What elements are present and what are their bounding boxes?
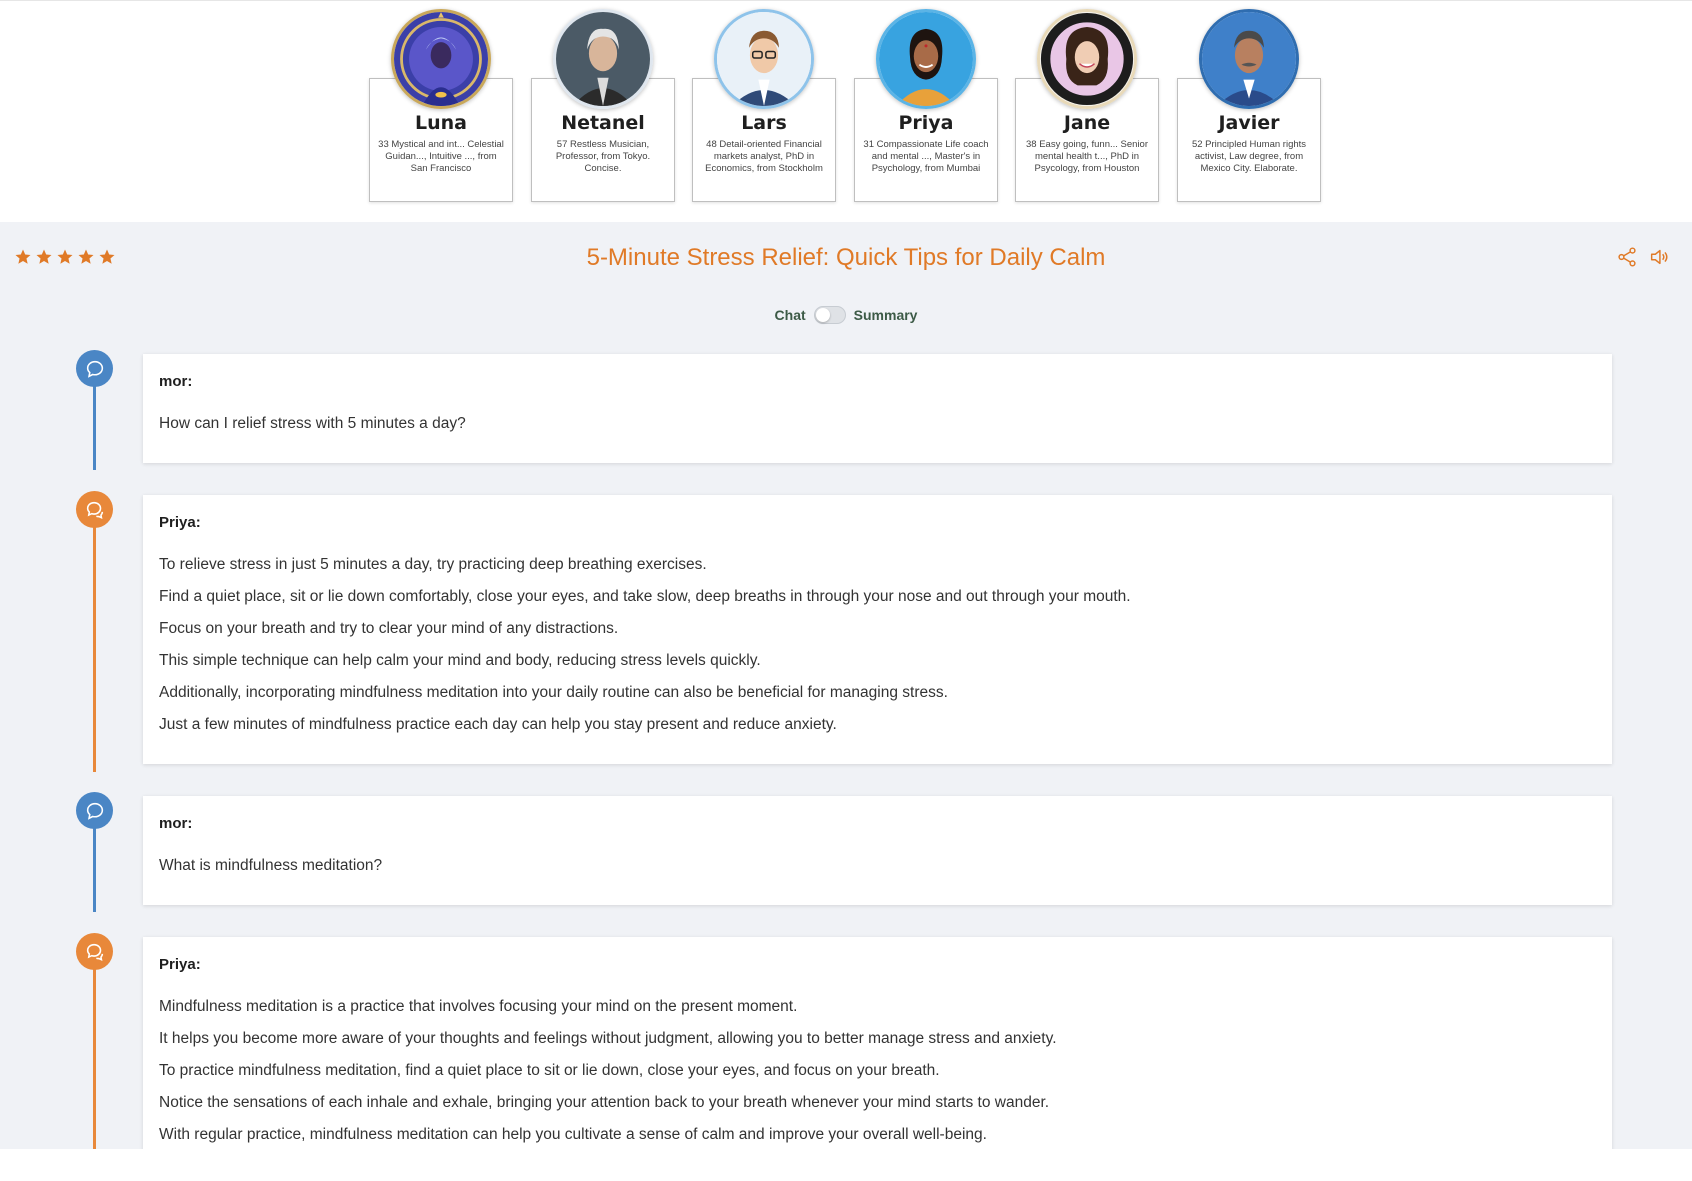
message-text: What is mindfulness meditation? — [159, 850, 1596, 882]
message-line: It helps you become more aware of your t… — [159, 1030, 1057, 1047]
message-speaker: Priya: — [159, 514, 201, 531]
persona-name: Jane — [1063, 112, 1111, 134]
message-line: To practice mindfulness meditation, find… — [159, 1062, 940, 1079]
woman-curly-hair-avatar — [1037, 9, 1137, 109]
message-text: Mindfulness meditation is a practice tha… — [159, 991, 1596, 1149]
persona-strip: Luna 33 Mystical and int... Celestial Gu… — [0, 0, 1692, 222]
message-box: Priya: To relieve stress in just 5 minut… — [143, 495, 1612, 764]
message-line: Focus on your breath and try to clear yo… — [159, 620, 619, 637]
persona-description: 31 Compassionate Life coach and mental .… — [863, 139, 989, 174]
message-line: Mindfulness meditation is a practice tha… — [159, 998, 798, 1015]
persona-name: Netanel — [561, 112, 645, 134]
message-line: To relieve stress in just 5 minutes a da… — [159, 556, 707, 573]
timeline-line — [93, 943, 96, 1149]
persona-description: 38 Easy going, funn... Senior mental hea… — [1026, 139, 1148, 174]
chat-bubbles-icon — [76, 933, 113, 970]
message-line: How can I relief stress with 5 minutes a… — [159, 415, 466, 432]
persona-name: Javier — [1218, 112, 1280, 134]
persona-name: Priya — [898, 112, 954, 134]
message-line: Find a quiet place, sit or lie down comf… — [159, 588, 1131, 605]
chat-bubble-icon — [76, 792, 113, 829]
timeline-line — [93, 501, 96, 772]
persona-description: 52 Principled Human rights activist, Law… — [1191, 139, 1307, 174]
man-suit-avatar — [1199, 9, 1299, 109]
message-speaker: mor: — [159, 373, 193, 390]
persona-card-netanel[interactable]: Netanel 57 Restless Musician, Professor,… — [531, 9, 675, 202]
message-text: How can I relief stress with 5 minutes a… — [159, 408, 1596, 440]
persona-description: 57 Restless Musician, Professor, from To… — [555, 139, 651, 174]
message-line: Just a few minutes of mindfulness practi… — [159, 716, 837, 733]
toggle-label-chat: Chat — [774, 307, 806, 323]
chat-bubble-icon — [76, 350, 113, 387]
chat-summary-toggle: Chat Summary — [0, 306, 1692, 324]
message-line: What is mindfulness meditation? — [159, 857, 383, 874]
message-line: This simple technique can help calm your… — [159, 652, 761, 669]
mystical-woman-avatar — [391, 9, 491, 109]
message-box: mor: How can I relief stress with 5 minu… — [143, 354, 1612, 463]
message-speaker: Priya: — [159, 956, 201, 973]
page-footer-area — [0, 1149, 1692, 1181]
message-box: mor: What is mindfulness meditation? — [143, 796, 1612, 905]
toggle-knob — [815, 308, 830, 322]
message-speaker: mor: — [159, 815, 193, 832]
message-text: To relieve stress in just 5 minutes a da… — [159, 549, 1596, 741]
share-icon[interactable] — [1616, 246, 1638, 268]
persona-name: Lars — [741, 112, 787, 134]
persona-card-lars[interactable]: Lars 48 Detail-oriented Financial market… — [692, 9, 836, 202]
chat-bubbles-icon — [76, 491, 113, 528]
persona-card-luna[interactable]: Luna 33 Mystical and int... Celestial Gu… — [369, 9, 513, 202]
man-glasses-avatar — [714, 9, 814, 109]
persona-card-jane[interactable]: Jane 38 Easy going, funn... Senior menta… — [1015, 9, 1159, 202]
persona-card-javier[interactable]: Javier 52 Principled Human rights activi… — [1177, 9, 1321, 202]
message-box: Priya: Mindfulness meditation is a pract… — [143, 937, 1612, 1149]
persona-card-priya[interactable]: Priya 31 Compassionate Life coach and me… — [854, 9, 998, 202]
gray-haired-man-avatar — [553, 9, 653, 109]
conversation-panel: 5-Minute Stress Relief: Quick Tips for D… — [0, 222, 1692, 1149]
message-line: With regular practice, mindfulness medit… — [159, 1126, 987, 1143]
persona-name: Luna — [415, 112, 467, 134]
persona-description: 48 Detail-oriented Financial markets ana… — [705, 139, 823, 174]
toggle-label-summary: Summary — [853, 307, 918, 323]
message-line: Additionally, incorporating mindfulness … — [159, 684, 948, 701]
persona-description: 33 Mystical and int... Celestial Guidan.… — [378, 139, 504, 174]
toggle-switch[interactable] — [813, 306, 846, 324]
woman-smiling-avatar — [876, 9, 976, 109]
conversation-title: 5-Minute Stress Relief: Quick Tips for D… — [586, 244, 1106, 271]
speaker-icon[interactable] — [1648, 246, 1670, 268]
message-line: Notice the sensations of each inhale and… — [159, 1094, 1050, 1111]
